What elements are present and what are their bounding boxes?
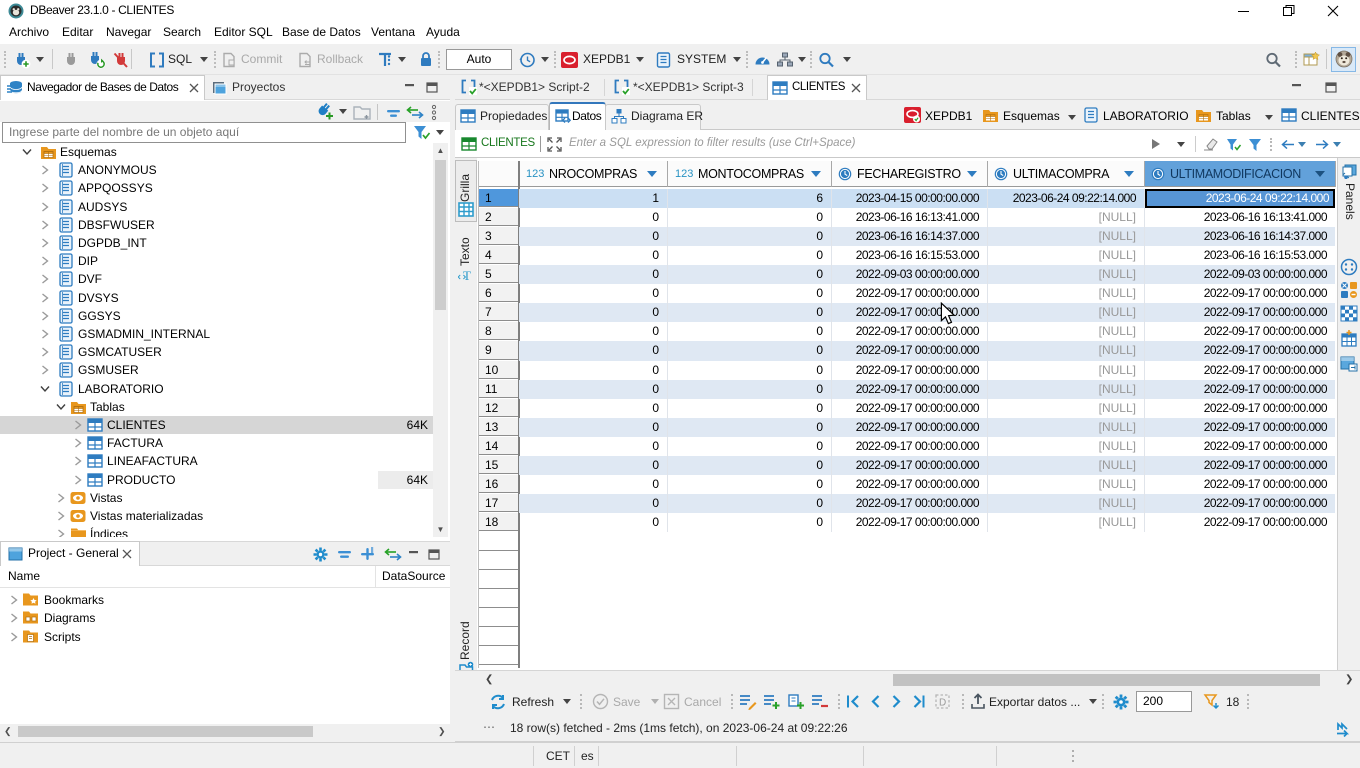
svg-text:D: D: [939, 698, 946, 709]
